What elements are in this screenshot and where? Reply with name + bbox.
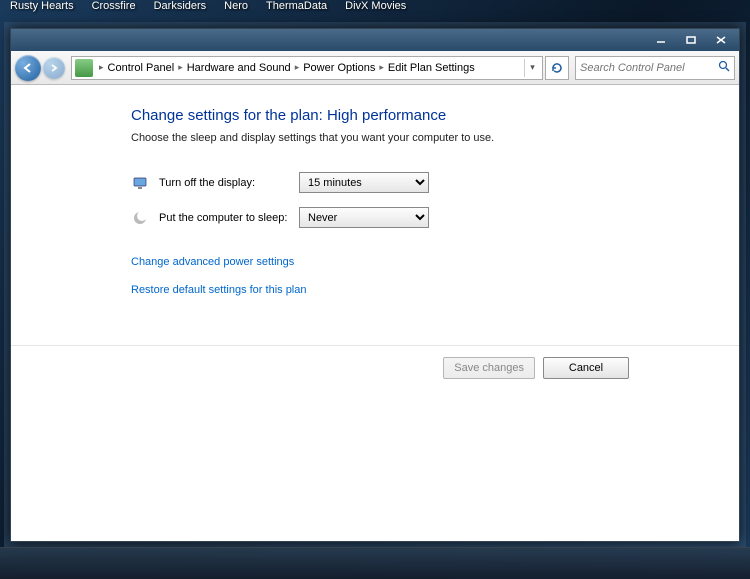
explorer-window: ▸ Control Panel ▸ Hardware and Sound ▸ P… [10,28,740,542]
window-titlebar[interactable] [11,29,739,51]
cancel-button[interactable]: Cancel [543,357,629,379]
address-breadcrumb[interactable]: ▸ Control Panel ▸ Hardware and Sound ▸ P… [71,56,543,80]
refresh-icon [550,61,564,75]
back-button[interactable] [15,55,41,81]
restore-defaults-link[interactable]: Restore default settings for this plan [131,284,739,296]
close-icon [716,36,726,44]
advanced-settings-link[interactable]: Change advanced power settings [131,256,739,268]
save-button[interactable]: Save changes [443,357,535,379]
desktop-icon-label[interactable]: ThermaData [266,0,327,18]
setting-row-display: Turn off the display: 15 minutes [131,172,739,193]
sleep-timeout-select[interactable]: Never [299,207,429,228]
minimize-button[interactable] [647,32,675,48]
setting-row-sleep: Put the computer to sleep: Never [131,207,739,228]
moon-icon [131,209,149,227]
control-panel-icon [75,59,93,77]
divider [11,345,739,346]
close-button[interactable] [707,32,735,48]
refresh-button[interactable] [545,56,569,80]
maximize-icon [686,36,696,44]
breadcrumb-power-options[interactable]: Power Options [302,62,376,74]
desktop-icon-label[interactable]: DivX Movies [345,0,406,18]
sleep-label: Put the computer to sleep: [159,212,289,224]
display-timeout-select[interactable]: 15 minutes [299,172,429,193]
links-section: Change advanced power settings Restore d… [131,256,739,296]
forward-button[interactable] [43,57,65,79]
breadcrumb-hardware-sound[interactable]: Hardware and Sound [186,62,292,74]
breadcrumb-dropdown[interactable]: ▾ [524,59,540,77]
minimize-icon [656,36,666,44]
chevron-right-icon[interactable]: ▸ [379,62,384,73]
chevron-right-icon[interactable]: ▸ [178,62,183,73]
maximize-button[interactable] [677,32,705,48]
action-buttons: Save changes Cancel [443,357,629,379]
breadcrumb-control-panel[interactable]: Control Panel [107,62,176,74]
arrow-left-icon [22,62,34,74]
chevron-right-icon[interactable]: ▸ [99,62,104,73]
arrow-right-icon [49,63,59,73]
desktop-icon-label[interactable]: Nero [224,0,248,18]
navigation-toolbar: ▸ Control Panel ▸ Hardware and Sound ▸ P… [11,51,739,85]
desktop-icon-label[interactable]: Rusty Hearts [10,0,74,18]
desktop-icons-row: Rusty Hearts Crossfire Darksiders Nero T… [0,0,750,18]
page-heading: Change settings for the plan: High perfo… [131,107,739,124]
search-box[interactable] [575,56,735,80]
chevron-right-icon[interactable]: ▸ [295,62,300,73]
display-label: Turn off the display: [159,177,289,189]
page-subtext: Choose the sleep and display settings th… [131,132,739,144]
taskbar[interactable] [0,547,750,579]
content-pane: Change settings for the plan: High perfo… [11,85,739,541]
search-input[interactable] [580,62,730,74]
desktop-icon-label[interactable]: Crossfire [92,0,136,18]
search-icon[interactable] [718,59,730,77]
breadcrumb-edit-plan[interactable]: Edit Plan Settings [387,62,476,74]
desktop-icon-label[interactable]: Darksiders [154,0,207,18]
monitor-icon [131,174,149,192]
